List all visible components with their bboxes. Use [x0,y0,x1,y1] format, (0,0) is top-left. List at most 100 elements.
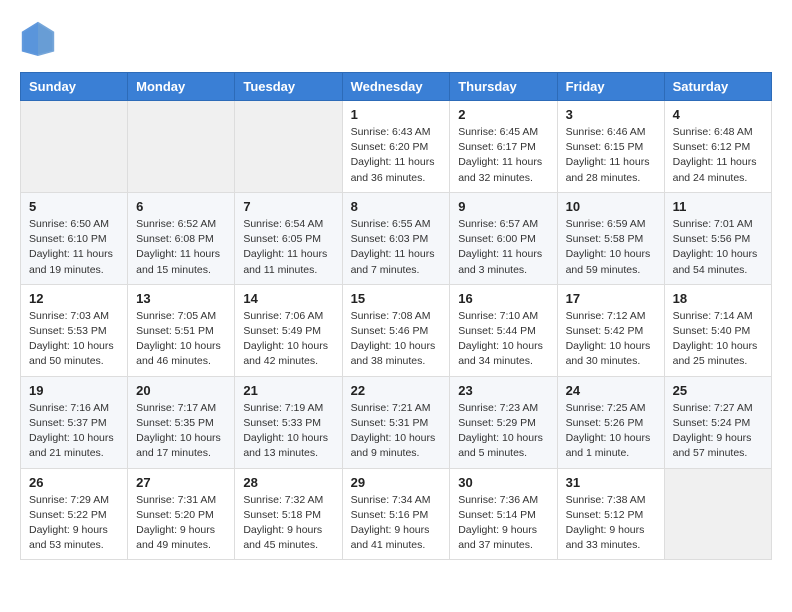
calendar-cell-3-1: 20 Sunrise: 7:17 AM Sunset: 5:35 PM Dayli… [128,376,235,468]
week-row-4: 19Sunrise: 7:16 AM Sunset: 5:37 PM Dayli… [21,376,772,468]
calendar-cell-0-2 [235,101,342,193]
day-number: 20 [136,383,226,398]
calendar-cell-3-5: 24 Sunrise: 7:25 AM Sunset: 5:26 PM Dayli… [557,376,664,468]
day-info: Sunrise: 7:25 AM Sunset: 5:26 PM Dayligh… [566,401,656,462]
day-info: Sunrise: 7:10 AM Sunset: 5:44 PM Dayligh… [458,309,548,370]
day-info: Sunrise: 7:05 AM Sunset: 5:51 PM Dayligh… [136,309,226,370]
day-info: Sunrise: 7:08 AM Sunset: 5:46 PM Dayligh… [351,309,442,370]
day-number: 14 [243,291,333,306]
logo-icon [20,20,56,56]
calendar-cell-3-2: 21 Sunrise: 7:19 AM Sunset: 5:33 PM Dayli… [235,376,342,468]
week-row-5: 26 Sunrise: 7:29 AM Sunset: 5:22 PM Dayli… [21,468,772,560]
day-info: Sunrise: 7:01 AM Sunset: 5:56 PM Dayligh… [673,217,763,278]
day-info: Sunrise: 6:54 AM Sunset: 6:05 PM Dayligh… [243,217,333,278]
calendar-cell-1-2: 7 Sunrise: 6:54 AM Sunset: 6:05 PM Daylig… [235,192,342,284]
calendar-cell-2-3: 15 Sunrise: 7:08 AM Sunset: 5:46 PM Dayli… [342,284,450,376]
day-number: 28 [243,475,333,490]
calendar-cell-4-0: 26 Sunrise: 7:29 AM Sunset: 5:22 PM Dayli… [21,468,128,560]
day-info: Sunrise: 7:38 AM Sunset: 5:12 PM Dayligh… [566,493,656,554]
header-wednesday: Wednesday [342,73,450,101]
day-number: 16 [458,291,548,306]
day-number: 22 [351,383,442,398]
header-tuesday: Tuesday [235,73,342,101]
calendar-cell-3-0: 19Sunrise: 7:16 AM Sunset: 5:37 PM Dayli… [21,376,128,468]
calendar-cell-3-3: 22 Sunrise: 7:21 AM Sunset: 5:31 PM Dayli… [342,376,450,468]
calendar-cell-4-6 [664,468,771,560]
day-number: 30 [458,475,548,490]
day-info: Sunrise: 7:12 AM Sunset: 5:42 PM Dayligh… [566,309,656,370]
calendar-cell-1-3: 8 Sunrise: 6:55 AM Sunset: 6:03 PM Daylig… [342,192,450,284]
header-thursday: Thursday [450,73,557,101]
header-saturday: Saturday [664,73,771,101]
day-info: Sunrise: 7:27 AM Sunset: 5:24 PM Dayligh… [673,401,763,462]
day-info: Sunrise: 7:06 AM Sunset: 5:49 PM Dayligh… [243,309,333,370]
day-number: 17 [566,291,656,306]
day-info: Sunrise: 7:23 AM Sunset: 5:29 PM Dayligh… [458,401,548,462]
calendar-cell-0-3: 1 Sunrise: 6:43 AM Sunset: 6:20 PM Daylig… [342,101,450,193]
day-info: Sunrise: 6:48 AM Sunset: 6:12 PM Dayligh… [673,125,763,186]
day-number: 7 [243,199,333,214]
calendar-cell-4-3: 29Sunrise: 7:34 AM Sunset: 5:16 PM Dayli… [342,468,450,560]
day-info: Sunrise: 6:57 AM Sunset: 6:00 PM Dayligh… [458,217,548,278]
calendar-cell-2-1: 13 Sunrise: 7:05 AM Sunset: 5:51 PM Dayli… [128,284,235,376]
day-number: 1 [351,107,442,122]
calendar-cell-4-5: 31 Sunrise: 7:38 AM Sunset: 5:12 PM Dayli… [557,468,664,560]
day-info: Sunrise: 6:45 AM Sunset: 6:17 PM Dayligh… [458,125,548,186]
header-monday: Monday [128,73,235,101]
day-number: 2 [458,107,548,122]
day-info: Sunrise: 7:17 AM Sunset: 5:35 PM Dayligh… [136,401,226,462]
calendar-table: Sunday Monday Tuesday Wednesday Thursday… [20,72,772,560]
day-info: Sunrise: 7:32 AM Sunset: 5:18 PM Dayligh… [243,493,333,554]
calendar-cell-1-1: 6Sunrise: 6:52 AM Sunset: 6:08 PM Daylig… [128,192,235,284]
day-info: Sunrise: 6:46 AM Sunset: 6:15 PM Dayligh… [566,125,656,186]
day-number: 12 [29,291,119,306]
day-number: 24 [566,383,656,398]
day-number: 23 [458,383,548,398]
calendar-cell-1-4: 9 Sunrise: 6:57 AM Sunset: 6:00 PM Daylig… [450,192,557,284]
week-row-3: 12 Sunrise: 7:03 AM Sunset: 5:53 PM Dayli… [21,284,772,376]
day-info: Sunrise: 6:59 AM Sunset: 5:58 PM Dayligh… [566,217,656,278]
day-info: Sunrise: 7:16 AM Sunset: 5:37 PM Dayligh… [29,401,119,462]
day-info: Sunrise: 7:14 AM Sunset: 5:40 PM Dayligh… [673,309,763,370]
day-info: Sunrise: 7:21 AM Sunset: 5:31 PM Dayligh… [351,401,442,462]
calendar-cell-2-4: 16 Sunrise: 7:10 AM Sunset: 5:44 PM Dayli… [450,284,557,376]
day-info: Sunrise: 6:55 AM Sunset: 6:03 PM Dayligh… [351,217,442,278]
day-number: 11 [673,199,763,214]
day-info: Sunrise: 7:03 AM Sunset: 5:53 PM Dayligh… [29,309,119,370]
calendar-cell-2-6: 18 Sunrise: 7:14 AM Sunset: 5:40 PM Dayli… [664,284,771,376]
logo [20,20,60,56]
day-number: 26 [29,475,119,490]
day-info: Sunrise: 7:29 AM Sunset: 5:22 PM Dayligh… [29,493,119,554]
day-number: 5 [29,199,119,214]
header-sunday: Sunday [21,73,128,101]
calendar-cell-1-6: 11 Sunrise: 7:01 AM Sunset: 5:56 PM Dayli… [664,192,771,284]
calendar-cell-0-0 [21,101,128,193]
day-info: Sunrise: 6:43 AM Sunset: 6:20 PM Dayligh… [351,125,442,186]
day-info: Sunrise: 7:19 AM Sunset: 5:33 PM Dayligh… [243,401,333,462]
day-number: 18 [673,291,763,306]
calendar-cell-4-2: 28 Sunrise: 7:32 AM Sunset: 5:18 PM Dayli… [235,468,342,560]
calendar-cell-3-6: 25 Sunrise: 7:27 AM Sunset: 5:24 PM Dayli… [664,376,771,468]
calendar-cell-1-5: 10 Sunrise: 6:59 AM Sunset: 5:58 PM Dayli… [557,192,664,284]
calendar-cell-1-0: 5Sunrise: 6:50 AM Sunset: 6:10 PM Daylig… [21,192,128,284]
day-number: 9 [458,199,548,214]
day-number: 13 [136,291,226,306]
day-number: 25 [673,383,763,398]
day-number: 3 [566,107,656,122]
page-header [20,20,772,56]
day-number: 21 [243,383,333,398]
day-number: 6 [136,199,226,214]
calendar-cell-3-4: 23 Sunrise: 7:23 AM Sunset: 5:29 PM Dayli… [450,376,557,468]
day-number: 15 [351,291,442,306]
day-info: Sunrise: 7:36 AM Sunset: 5:14 PM Dayligh… [458,493,548,554]
day-number: 4 [673,107,763,122]
day-number: 10 [566,199,656,214]
header-friday: Friday [557,73,664,101]
day-number: 31 [566,475,656,490]
day-number: 8 [351,199,442,214]
calendar-header-row: Sunday Monday Tuesday Wednesday Thursday… [21,73,772,101]
day-info: Sunrise: 7:34 AM Sunset: 5:16 PM Dayligh… [351,493,442,554]
calendar-cell-2-0: 12 Sunrise: 7:03 AM Sunset: 5:53 PM Dayli… [21,284,128,376]
week-row-2: 5Sunrise: 6:50 AM Sunset: 6:10 PM Daylig… [21,192,772,284]
calendar-cell-2-5: 17 Sunrise: 7:12 AM Sunset: 5:42 PM Dayli… [557,284,664,376]
